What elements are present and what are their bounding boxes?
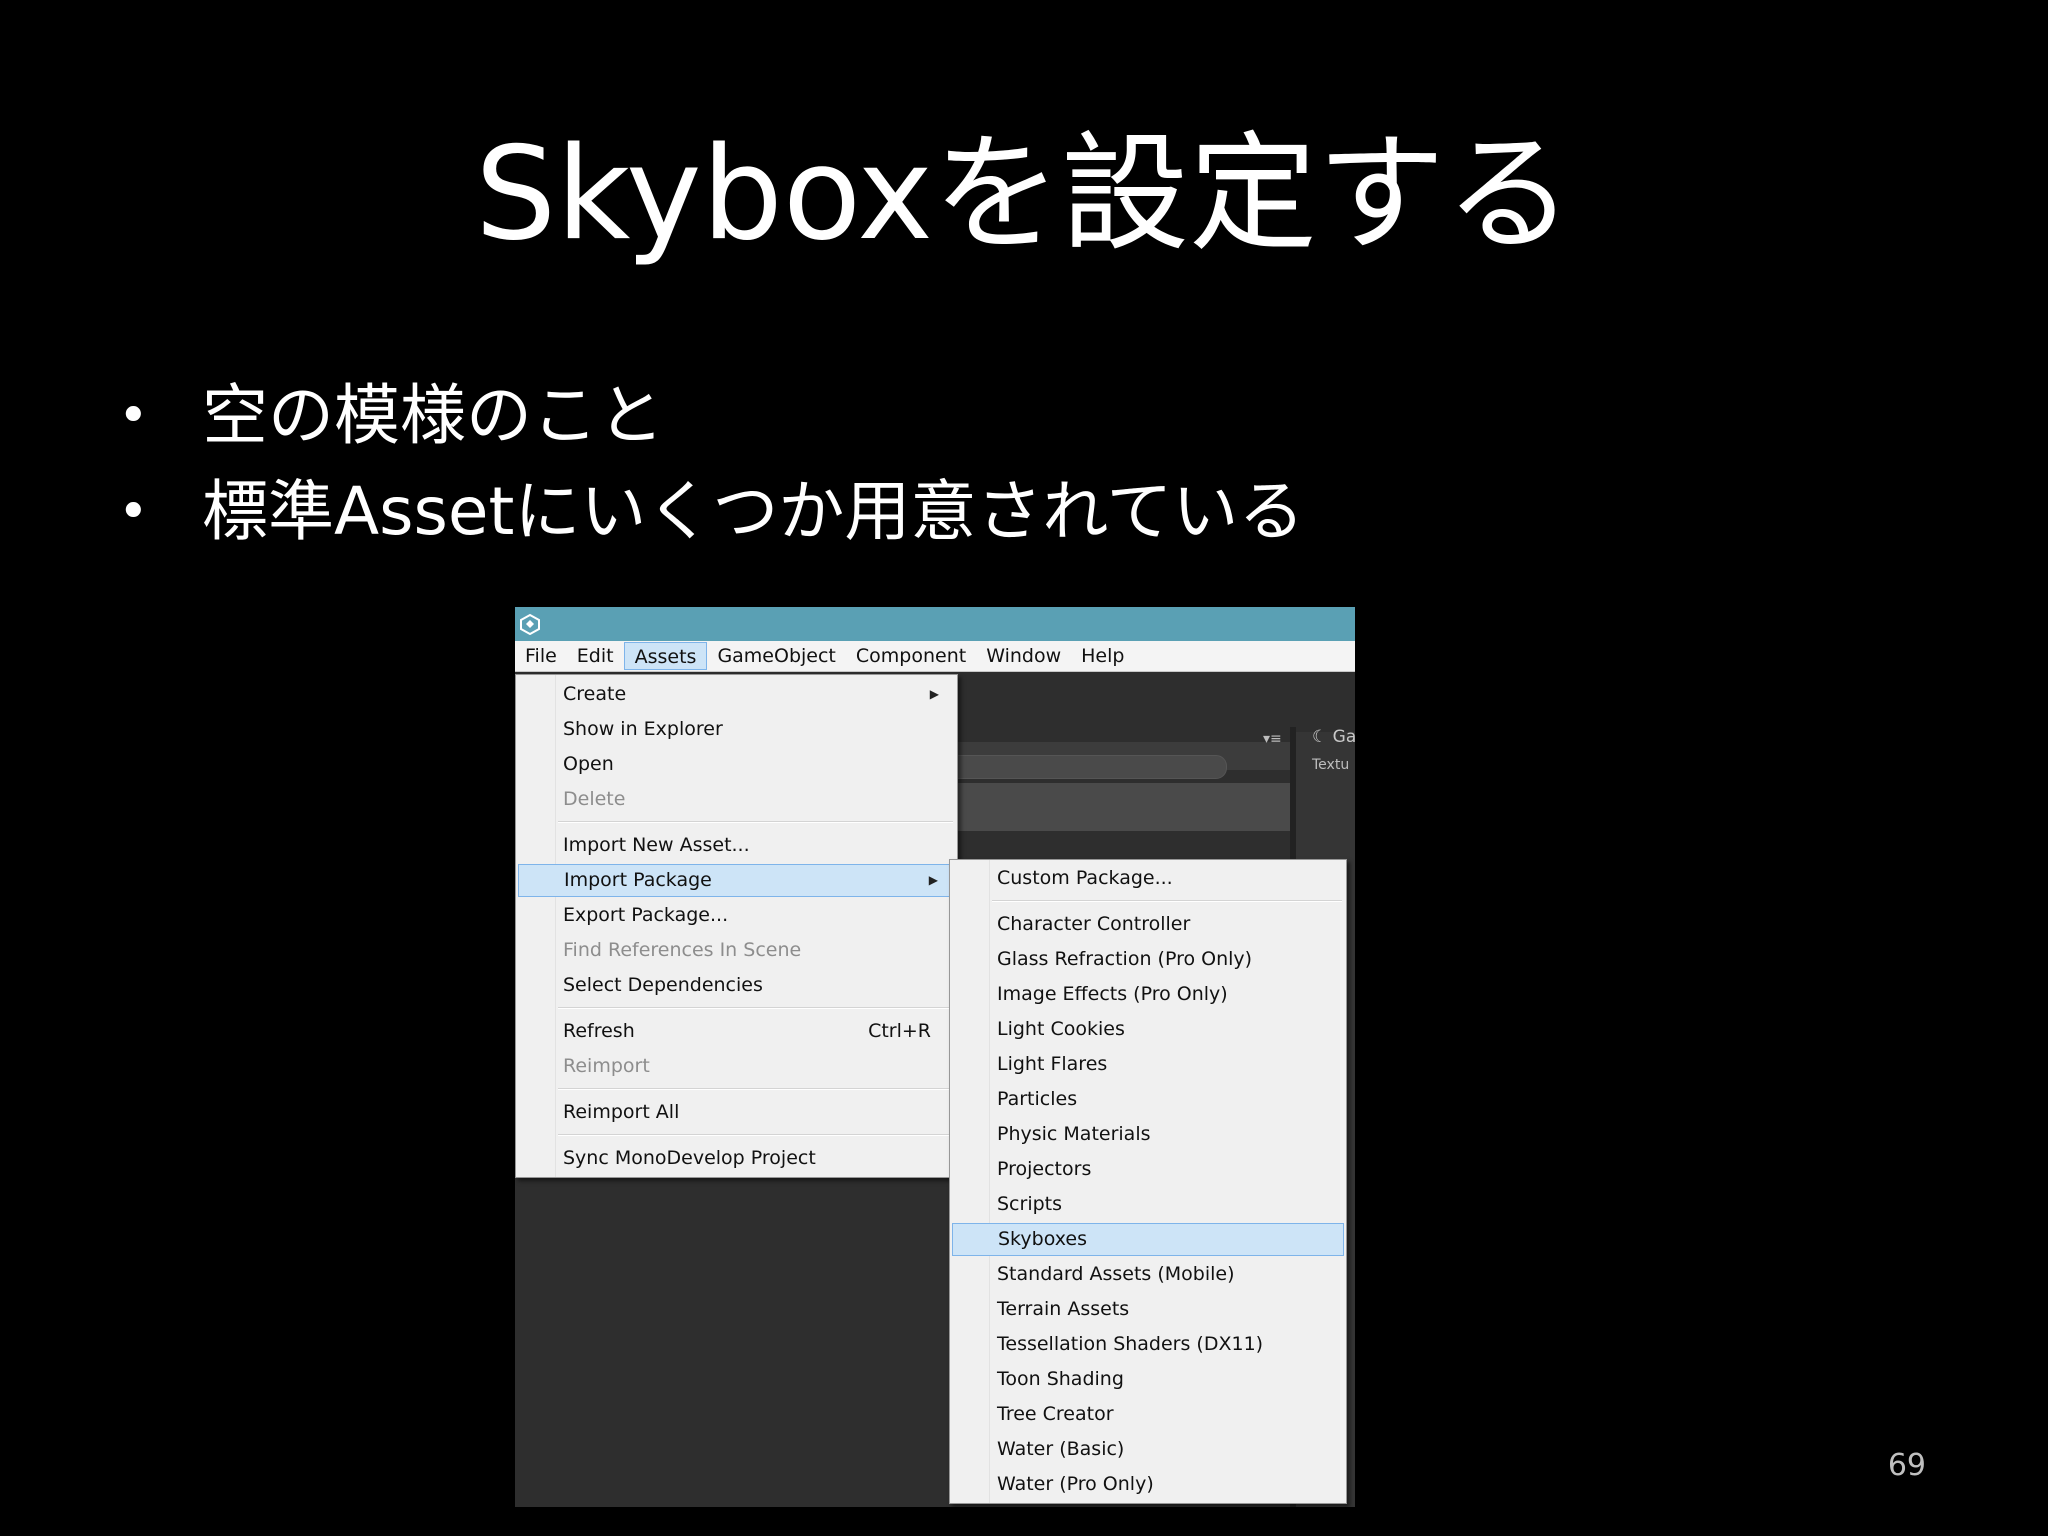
unity-logo-icon <box>520 613 540 635</box>
submenu-item-physic-materials[interactable]: Physic Materials <box>952 1118 1344 1151</box>
menu-item-label: Create <box>563 683 627 705</box>
menu-separator <box>992 900 1342 902</box>
menu-item-reimport-all[interactable]: Reimport All <box>518 1096 955 1129</box>
bullet-item: 標準Assetにいくつか用意されている <box>118 464 1304 560</box>
menu-item-find-references[interactable]: Find References In Scene <box>518 934 955 967</box>
menu-help[interactable]: Help <box>1071 642 1134 670</box>
submenu-item-projectors[interactable]: Projectors <box>952 1153 1344 1186</box>
menu-item-create[interactable]: Create ▶ <box>518 678 955 711</box>
project-search-input[interactable] <box>945 755 1227 779</box>
moon-icon: ☾ <box>1312 727 1328 747</box>
submenu-item-light-flares[interactable]: Light Flares <box>952 1048 1344 1081</box>
menu-item-import-new-asset[interactable]: Import New Asset... <box>518 829 955 862</box>
submenu-arrow-icon: ▶ <box>928 873 938 887</box>
menu-item-open[interactable]: Open <box>518 748 955 781</box>
menu-separator <box>558 1007 953 1009</box>
import-package-submenu: Custom Package... Character Controller G… <box>949 859 1347 1504</box>
slide-number: 69 <box>1887 1448 1926 1483</box>
menu-edit[interactable]: Edit <box>567 642 624 670</box>
submenu-item-water-pro[interactable]: Water (Pro Only) <box>952 1468 1344 1501</box>
submenu-item-scripts[interactable]: Scripts <box>952 1188 1344 1221</box>
menu-separator <box>558 1134 953 1136</box>
slide-title: Skyboxを設定する <box>475 120 1573 269</box>
submenu-item-image-effects[interactable]: Image Effects (Pro Only) <box>952 978 1344 1011</box>
scene-toolbar <box>915 783 1290 831</box>
menu-file[interactable]: File <box>515 642 567 670</box>
menu-assets[interactable]: Assets <box>623 642 708 670</box>
menu-item-import-package[interactable]: Import Package ▶ <box>518 864 955 897</box>
submenu-item-terrain-assets[interactable]: Terrain Assets <box>952 1293 1344 1326</box>
assets-menu: Create ▶ Show in Explorer Open Delete Im… <box>515 674 958 1178</box>
menu-gameobject[interactable]: GameObject <box>707 642 845 670</box>
submenu-item-tree-creator[interactable]: Tree Creator <box>952 1398 1344 1431</box>
menu-item-export-package[interactable]: Export Package... <box>518 899 955 932</box>
menu-item-reimport[interactable]: Reimport <box>518 1050 955 1083</box>
submenu-item-light-cookies[interactable]: Light Cookies <box>952 1013 1344 1046</box>
inspector-subtext: Textu <box>1312 757 1350 773</box>
window-titlebar <box>515 607 1355 641</box>
menu-item-delete[interactable]: Delete <box>518 783 955 816</box>
bullet-list: 空の模様のこと 標準Assetにいくつか用意されている <box>118 368 1304 560</box>
submenu-item-particles[interactable]: Particles <box>952 1083 1344 1116</box>
menu-item-select-dependencies[interactable]: Select Dependencies <box>518 969 955 1002</box>
submenu-item-custom-package[interactable]: Custom Package... <box>952 862 1344 895</box>
unity-editor-screenshot: File Edit Assets GameObject Component Wi… <box>515 607 1355 1507</box>
submenu-item-toon-shading[interactable]: Toon Shading <box>952 1363 1344 1396</box>
panel-menu-icon[interactable]: ▾≡ <box>1263 731 1282 747</box>
menu-separator <box>558 821 953 823</box>
submenu-arrow-icon: ▶ <box>929 687 939 701</box>
inspector-tab[interactable]: ☾ Ga <box>1312 727 1355 747</box>
submenu-item-glass-refraction[interactable]: Glass Refraction (Pro Only) <box>952 943 1344 976</box>
submenu-item-water-basic[interactable]: Water (Basic) <box>952 1433 1344 1466</box>
bullet-item: 空の模様のこと <box>118 368 1304 464</box>
inspector-tab-label: Ga <box>1332 727 1355 747</box>
menu-window[interactable]: Window <box>976 642 1071 670</box>
menu-item-refresh[interactable]: Refresh Ctrl+R <box>518 1015 955 1048</box>
menu-component[interactable]: Component <box>846 642 976 670</box>
menu-item-shortcut: Ctrl+R <box>868 1020 931 1042</box>
menu-item-label: Refresh <box>563 1020 635 1042</box>
menu-separator <box>558 1088 953 1090</box>
submenu-item-standard-assets-mobile[interactable]: Standard Assets (Mobile) <box>952 1258 1344 1291</box>
menu-item-sync-monodevelop[interactable]: Sync MonoDevelop Project <box>518 1142 955 1175</box>
menu-item-show-in-explorer[interactable]: Show in Explorer <box>518 713 955 746</box>
submenu-item-tessellation-shaders[interactable]: Tessellation Shaders (DX11) <box>952 1328 1344 1361</box>
menu-item-label: Import Package <box>564 869 712 891</box>
menu-bar: File Edit Assets GameObject Component Wi… <box>515 641 1355 672</box>
submenu-item-skyboxes[interactable]: Skyboxes <box>952 1223 1344 1256</box>
submenu-item-character-controller[interactable]: Character Controller <box>952 908 1344 941</box>
